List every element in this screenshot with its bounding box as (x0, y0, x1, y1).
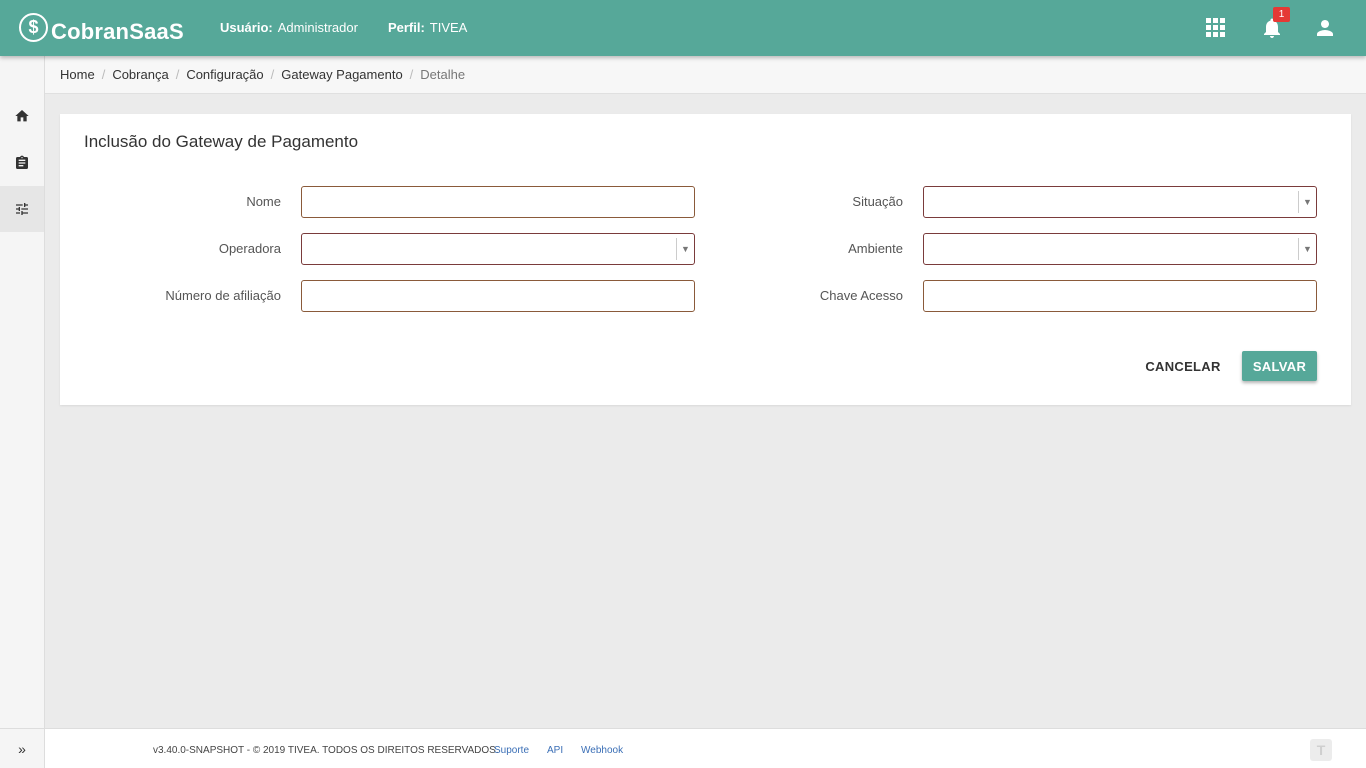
user-info: Usuário: Administrador Perfil: TIVEA (220, 20, 497, 35)
operadora-select[interactable]: ▼ (301, 233, 695, 265)
nome-label: Nome (246, 194, 281, 209)
sliders-icon (16, 203, 28, 215)
save-button[interactable]: SALVAR (1242, 351, 1317, 381)
chevron-down-icon: ▼ (1298, 238, 1316, 260)
logo-text: CobranSaaS (51, 19, 184, 44)
breadcrumb-cobranca[interactable]: Cobrança (112, 67, 168, 82)
situacao-label: Situação (852, 194, 903, 209)
ambiente-label: Ambiente (848, 241, 903, 256)
nome-input[interactable] (301, 186, 695, 218)
numero-afiliacao-label: Número de afiliação (165, 288, 281, 303)
operadora-label: Operadora (218, 241, 281, 256)
profile-value: TIVEA (429, 20, 468, 35)
breadcrumb-gateway[interactable]: Gateway Pagamento (281, 67, 402, 82)
sidebar-item-cobranca[interactable] (0, 140, 44, 186)
top-bar: $ CobranSaaS Usuário: Administrador Perf… (0, 0, 1366, 56)
sidebar-item-configuracao[interactable] (0, 186, 44, 232)
breadcrumb-current: Detalhe (420, 67, 466, 82)
footer-link-api[interactable]: API (547, 745, 563, 756)
breadcrumb-home[interactable]: Home (60, 67, 95, 82)
profile-label: Perfil: (387, 20, 425, 35)
breadcrumb-configuracao[interactable]: Configuração (186, 67, 263, 82)
sidebar: » (0, 56, 45, 768)
footer: v3.40.0-SNAPSHOT - © 2019 TIVEA. TODOS O… (45, 728, 1366, 768)
chave-acesso-label: Chave Acesso (819, 288, 903, 303)
breadcrumb-separator: / (409, 67, 414, 82)
cancel-button[interactable]: CANCELAR (1143, 351, 1223, 381)
situacao-select[interactable]: ▼ (923, 186, 1317, 218)
user-icon[interactable] (1313, 16, 1337, 40)
chave-acesso-input[interactable] (923, 280, 1317, 312)
footer-link-suporte[interactable]: Suporte (494, 745, 529, 756)
tivea-logo: T (1310, 739, 1332, 761)
apps-icon[interactable] (1206, 18, 1226, 38)
footer-link-webhook[interactable]: Webhook (581, 745, 623, 756)
home-icon (15, 110, 29, 122)
breadcrumb-separator: / (101, 67, 106, 82)
sidebar-item-home[interactable] (0, 93, 44, 139)
ambiente-select[interactable]: ▼ (923, 233, 1317, 265)
chevron-down-icon: ▼ (1298, 191, 1316, 213)
breadcrumb-separator: / (270, 67, 275, 82)
user-value: Administrador (277, 20, 358, 35)
sidebar-expand-button[interactable]: » (0, 728, 44, 768)
gateway-form-card: Inclusão do Gateway de Pagamento Nome Op… (60, 114, 1351, 405)
chevron-down-icon: ▼ (676, 238, 694, 260)
numero-afiliacao-input[interactable] (301, 280, 695, 312)
page-title: Inclusão do Gateway de Pagamento (84, 132, 359, 151)
copyright-text: v3.40.0-SNAPSHOT - © 2019 TIVEA. TODOS O… (153, 745, 499, 756)
logo-icon: $ (19, 12, 48, 42)
app-logo[interactable]: $ CobranSaaS (19, 11, 184, 45)
clipboard-icon (16, 155, 28, 169)
breadcrumb-separator: / (175, 67, 180, 82)
notification-badge: 1 (1273, 7, 1290, 22)
breadcrumb: Home / Cobrança / Configuração / Gateway… (45, 56, 1366, 94)
user-label: Usuário: (220, 20, 273, 35)
